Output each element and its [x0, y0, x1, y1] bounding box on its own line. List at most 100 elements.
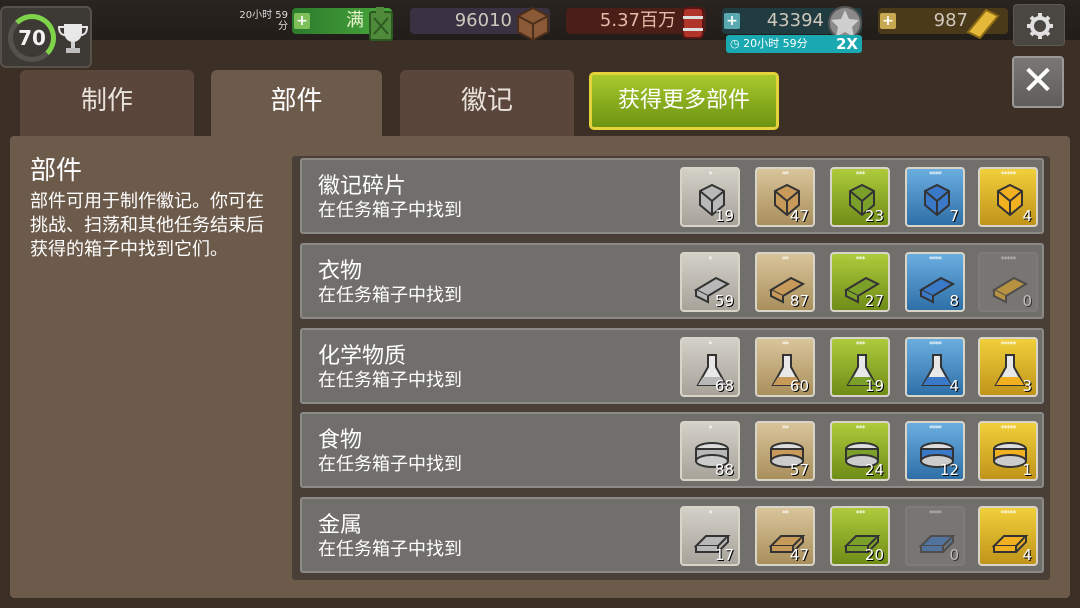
part-count: 3 — [1022, 377, 1032, 395]
part-count: 47 — [789, 546, 809, 564]
tier-stars: ** — [782, 509, 789, 518]
part-slot-tier-5[interactable]: ***** 0 — [978, 252, 1038, 312]
tier-stars: **** — [929, 509, 942, 518]
boost-timer: ◷ 20小时 59分 2X — [726, 35, 862, 53]
part-slot-tier-4[interactable]: **** 7 — [905, 167, 965, 227]
part-slot-tier-4[interactable]: **** 12 — [905, 421, 965, 481]
tier-stars: ** — [782, 424, 789, 433]
part-slot-tier-3[interactable]: *** 27 — [830, 252, 890, 312]
part-count: 4 — [949, 377, 959, 395]
part-slot-tier-2[interactable]: ** 57 — [755, 421, 815, 481]
part-slot-tier-5[interactable]: ***** 4 — [978, 506, 1038, 566]
section-title: 部件 — [30, 156, 83, 186]
part-slot-tier-4[interactable]: **** 0 — [905, 506, 965, 566]
part-count: 19 — [864, 377, 884, 395]
tier-stars: *** — [855, 509, 866, 518]
part-slot-tier-1[interactable]: * 88 — [680, 421, 740, 481]
tab-badges[interactable]: 徽记 — [400, 70, 574, 136]
part-slot-tier-4[interactable]: **** 8 — [905, 252, 965, 312]
energy-value: 满 — [346, 10, 364, 31]
part-slot-tier-5[interactable]: ***** 3 — [978, 337, 1038, 397]
part-count: 1 — [1022, 461, 1032, 479]
tier-stars: ** — [782, 340, 789, 349]
add-xp-button[interactable]: + — [724, 13, 740, 29]
part-count: 59 — [714, 292, 734, 310]
part-slot-tier-1[interactable]: * 17 — [680, 506, 740, 566]
part-count: 57 — [789, 461, 809, 479]
add-gold-button[interactable]: + — [880, 13, 896, 29]
part-count: 24 — [864, 461, 884, 479]
part-source: 在任务箱子中找到 — [318, 200, 462, 221]
energy-resource[interactable]: + 满 — [292, 7, 393, 41]
tier-stars: *** — [855, 424, 866, 433]
energy-timer: 20小时 59分 — [239, 10, 288, 32]
xp-resource[interactable]: + 43394 — [722, 6, 862, 40]
barrel-icon — [682, 7, 704, 39]
part-count: 27 — [864, 292, 884, 310]
tier-stars: *** — [855, 255, 866, 264]
gear-icon — [1027, 13, 1053, 39]
part-count: 88 — [714, 461, 734, 479]
tier-stars: ** — [782, 170, 789, 179]
part-slot-tier-5[interactable]: ***** 1 — [978, 421, 1038, 481]
tier-stars: **** — [929, 170, 942, 179]
tier-stars: ***** — [1000, 170, 1017, 179]
part-slot-tier-1[interactable]: * 68 — [680, 337, 740, 397]
part-slot-tier-4[interactable]: **** 4 — [905, 337, 965, 397]
close-icon: ✕ — [1021, 58, 1055, 104]
part-slot-tier-2[interactable]: ** 87 — [755, 252, 815, 312]
tier-stars: * — [708, 509, 713, 518]
fuel-value: 5.37百万 — [599, 10, 676, 31]
part-count: 8 — [949, 292, 959, 310]
tier-stars: ***** — [1000, 255, 1017, 264]
part-count: 7 — [949, 207, 959, 225]
part-count: 87 — [789, 292, 809, 310]
fuel-can-icon — [369, 7, 393, 41]
tab-craft[interactable]: 制作 — [20, 70, 194, 136]
tier-stars: ***** — [1000, 340, 1017, 349]
add-energy-button[interactable]: + — [294, 13, 310, 29]
list-item: 金属 在任务箱子中找到 * 17 ** 47 *** 20 **** 0 ***** 4 — [300, 497, 1044, 573]
wood-value: 96010 — [454, 10, 512, 31]
list-item: 徽记碎片 在任务箱子中找到 * 19 ** 47 *** 23 **** 7 ***** 4 — [300, 158, 1044, 234]
part-slot-tier-1[interactable]: * 19 — [680, 167, 740, 227]
part-source: 在任务箱子中找到 — [318, 370, 462, 391]
part-count: 4 — [1022, 546, 1032, 564]
part-source: 在任务箱子中找到 — [318, 539, 462, 560]
part-count: 20 — [864, 546, 884, 564]
part-count: 17 — [714, 546, 734, 564]
part-slot-tier-3[interactable]: *** 23 — [830, 167, 890, 227]
part-slot-tier-3[interactable]: *** 24 — [830, 421, 890, 481]
list-item: 化学物质 在任务箱子中找到 * 68 ** 60 *** 19 **** 4 ***** 3 — [300, 328, 1044, 404]
tier-stars: * — [708, 170, 713, 179]
trophy-icon — [58, 24, 88, 53]
section-description: 部件可用于制作徽记。你可在挑战、扫荡和其他任务结束后获得的箱子中找到它们。 — [30, 191, 264, 260]
part-slot-tier-1[interactable]: * 59 — [680, 252, 740, 312]
part-slot-tier-3[interactable]: *** 20 — [830, 506, 890, 566]
list-item: 衣物 在任务箱子中找到 * 59 ** 87 *** 27 **** 8 ***** 0 — [300, 243, 1044, 319]
gold-resource[interactable]: + 987 — [878, 8, 1008, 40]
level-number: 70 — [18, 26, 46, 50]
part-slot-tier-3[interactable]: *** 19 — [830, 337, 890, 397]
tier-stars: *** — [855, 170, 866, 179]
part-slot-tier-2[interactable]: ** 60 — [755, 337, 815, 397]
part-count: 19 — [714, 207, 734, 225]
get-more-parts-button[interactable]: 获得更多部件 — [589, 72, 779, 130]
close-button[interactable]: ✕ — [1012, 56, 1064, 108]
part-source: 在任务箱子中找到 — [318, 454, 462, 475]
xp-value: 43394 — [766, 10, 824, 31]
level-badge[interactable]: 70 — [0, 6, 92, 68]
part-source: 在任务箱子中找到 — [318, 285, 462, 306]
tab-parts[interactable]: 部件 — [211, 70, 382, 140]
tier-stars: **** — [929, 424, 942, 433]
part-slot-tier-2[interactable]: ** 47 — [755, 167, 815, 227]
list-item: 食物 在任务箱子中找到 * 88 ** 57 *** 24 **** 12 ***** 1 — [300, 412, 1044, 488]
part-slot-tier-2[interactable]: ** 47 — [755, 506, 815, 566]
crate-icon — [517, 6, 549, 42]
gold-bar-icon — [966, 8, 1000, 40]
part-count: 68 — [714, 377, 734, 395]
tier-stars: ** — [782, 255, 789, 264]
settings-button[interactable] — [1013, 4, 1065, 46]
part-count: 0 — [1022, 292, 1032, 310]
part-slot-tier-5[interactable]: ***** 4 — [978, 167, 1038, 227]
